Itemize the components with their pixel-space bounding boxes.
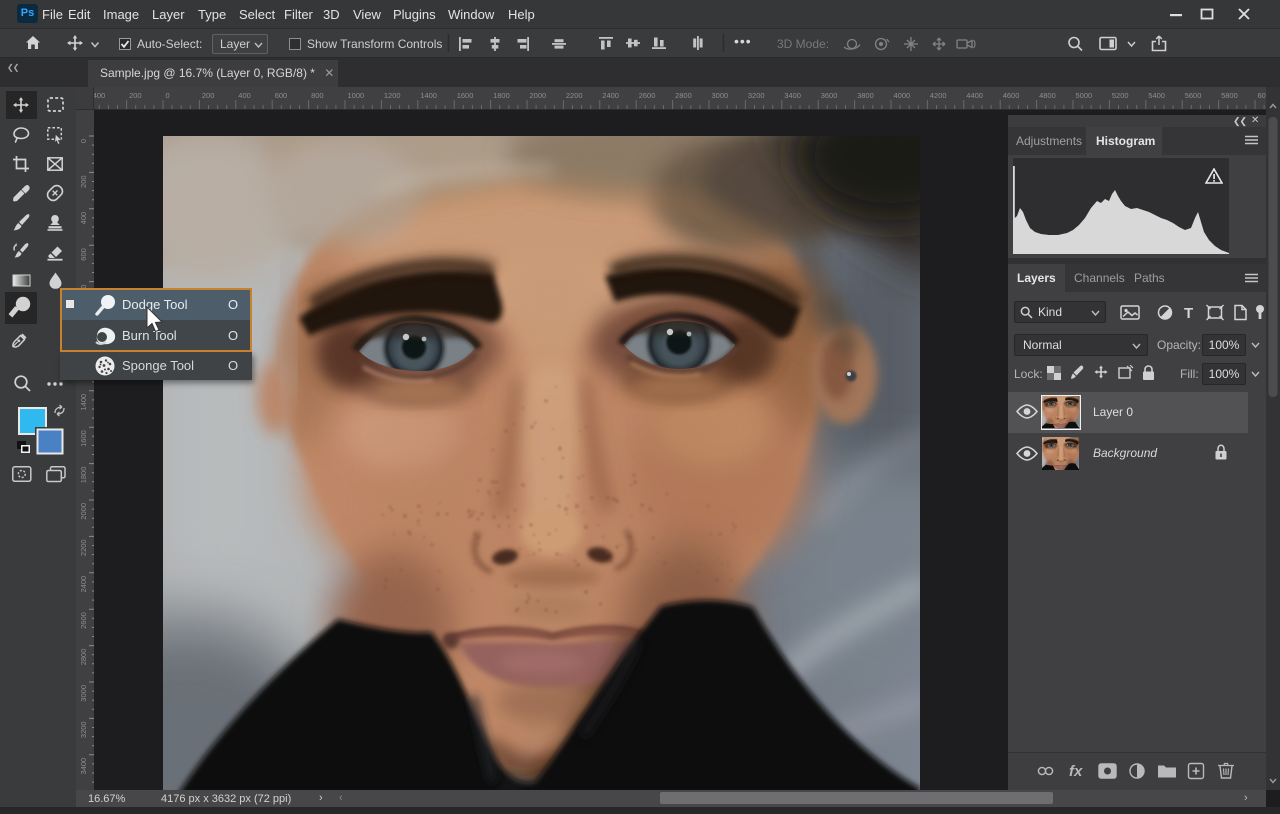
svg-text:3400: 3400 — [784, 91, 801, 100]
svg-text:3000: 3000 — [79, 685, 88, 702]
svg-text:0: 0 — [166, 91, 170, 100]
svg-text:2600: 2600 — [639, 91, 656, 100]
svg-text:1800: 1800 — [79, 467, 88, 484]
svg-text:2000: 2000 — [530, 91, 547, 100]
svg-text:2800: 2800 — [675, 91, 692, 100]
svg-text:3800: 3800 — [857, 91, 874, 100]
svg-text:3600: 3600 — [821, 91, 838, 100]
svg-text:1400: 1400 — [79, 394, 88, 411]
svg-text:1600: 1600 — [457, 91, 474, 100]
svg-text:5400: 5400 — [1148, 91, 1165, 100]
svg-text:T: T — [1184, 305, 1193, 322]
svg-text:1400: 1400 — [420, 91, 437, 100]
svg-text:fx: fx — [1069, 763, 1083, 780]
svg-text:2400: 2400 — [602, 91, 619, 100]
svg-text:600: 600 — [79, 248, 88, 261]
svg-text:4800: 4800 — [1039, 91, 1056, 100]
svg-text:4400: 4400 — [966, 91, 983, 100]
svg-text:2000: 2000 — [79, 503, 88, 520]
svg-text:0: 0 — [79, 139, 88, 143]
svg-text:3200: 3200 — [79, 721, 88, 738]
svg-text:4600: 4600 — [1003, 91, 1020, 100]
svg-text:5000: 5000 — [1076, 91, 1093, 100]
svg-text:5200: 5200 — [1112, 91, 1129, 100]
svg-text:400: 400 — [93, 91, 106, 100]
svg-text:4200: 4200 — [930, 91, 947, 100]
svg-text:1000: 1000 — [348, 91, 365, 100]
svg-text:1600: 1600 — [79, 430, 88, 447]
svg-text:3200: 3200 — [748, 91, 765, 100]
svg-text:1200: 1200 — [384, 91, 401, 100]
svg-text:4000: 4000 — [894, 91, 911, 100]
svg-text:3400: 3400 — [79, 758, 88, 775]
svg-text:2400: 2400 — [79, 576, 88, 593]
svg-text:400: 400 — [238, 91, 251, 100]
svg-text:3000: 3000 — [712, 91, 729, 100]
svg-text:5800: 5800 — [1221, 91, 1238, 100]
svg-text:2200: 2200 — [79, 539, 88, 556]
svg-text:600: 600 — [275, 91, 288, 100]
svg-text:2600: 2600 — [79, 612, 88, 629]
svg-text:200: 200 — [79, 175, 88, 188]
svg-text:6000: 6000 — [1258, 91, 1267, 100]
svg-text:800: 800 — [311, 91, 324, 100]
svg-text:1800: 1800 — [493, 91, 510, 100]
svg-text:2200: 2200 — [566, 91, 583, 100]
svg-text:200: 200 — [129, 91, 142, 100]
svg-text:2800: 2800 — [79, 649, 88, 666]
svg-text:400: 400 — [79, 212, 88, 225]
svg-text:5600: 5600 — [1185, 91, 1202, 100]
svg-text:200: 200 — [202, 91, 215, 100]
